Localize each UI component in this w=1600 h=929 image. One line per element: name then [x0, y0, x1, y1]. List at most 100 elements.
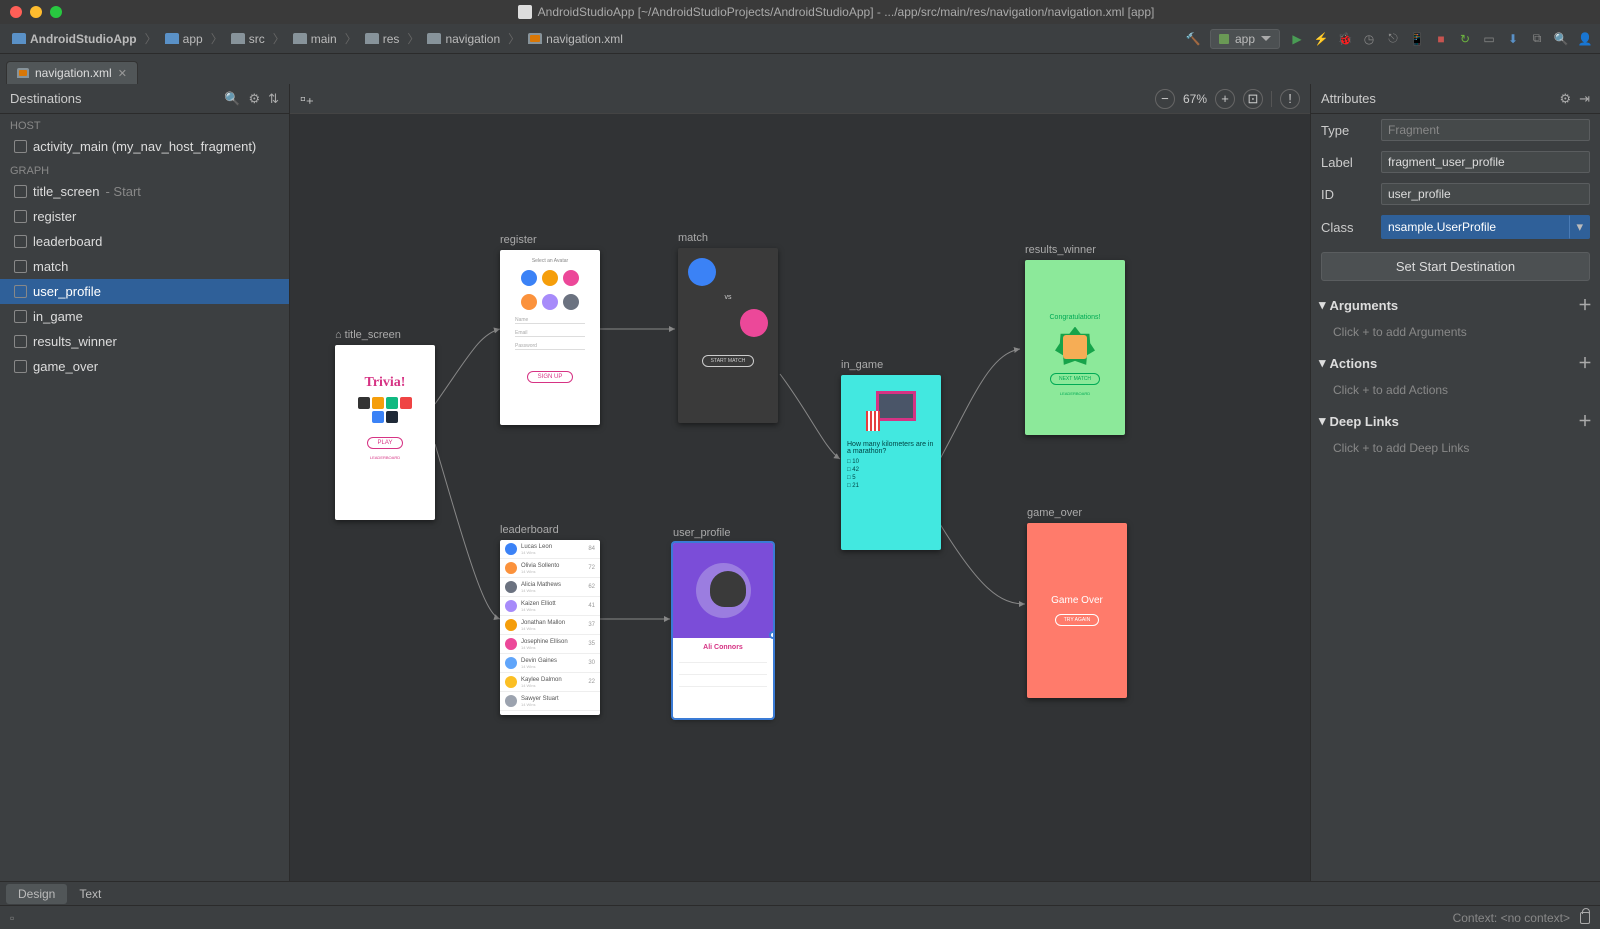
debug-icon[interactable]: 🐞	[1338, 32, 1352, 46]
node-label: ⌂title_screen	[335, 329, 435, 341]
xml-file-icon	[17, 68, 29, 78]
file-tab[interactable]: navigation.xml ✕	[6, 61, 138, 84]
breadcrumb-item[interactable]: src	[227, 30, 269, 48]
label-field[interactable]	[1381, 151, 1590, 173]
minimize-panel-icon[interactable]: ⇥	[1579, 91, 1590, 107]
gear-icon[interactable]: ⚙	[1559, 91, 1571, 107]
sdk-manager-icon[interactable]: ⬇	[1506, 32, 1520, 46]
breadcrumb-item[interactable]: app	[161, 30, 207, 48]
destination-results-winner[interactable]: Congratulations! NEXT MATCH LEADERBOARD	[1025, 260, 1125, 435]
lock-icon[interactable]	[1580, 912, 1590, 924]
zoom-out-button[interactable]: −	[1155, 89, 1175, 109]
sync-icon[interactable]: ↻	[1458, 32, 1472, 46]
status-icon[interactable]: ▫	[10, 911, 14, 925]
connector-arrows	[290, 114, 1310, 881]
class-dropdown-icon[interactable]: ▾	[1569, 215, 1590, 239]
breadcrumb-item[interactable]: navigation	[423, 30, 504, 48]
layout-inspector-icon[interactable]: ⧉	[1530, 32, 1544, 46]
context-label[interactable]: Context: <no context>	[1453, 911, 1570, 925]
navigation-canvas[interactable]: ⌂title_screen Trivia! PLAY LEADERBOARD	[290, 114, 1310, 881]
destination-list-item[interactable]: results_winner	[0, 329, 289, 354]
node-label: in_game	[841, 359, 941, 371]
destination-list-item[interactable]: in_game	[0, 304, 289, 329]
fragment-icon	[14, 210, 27, 223]
fragment-icon	[14, 360, 27, 373]
sort-icon[interactable]: ⇅	[268, 91, 279, 107]
warnings-icon[interactable]: !	[1280, 89, 1300, 109]
destination-list-item[interactable]: title_screen - Start	[0, 179, 289, 204]
destination-match[interactable]: vs START MATCH	[678, 248, 778, 423]
breadcrumb-item[interactable]: AndroidStudioApp	[8, 30, 141, 48]
search-icon[interactable]: 🔍	[224, 91, 240, 107]
attributes-panel: Attributes ⚙⇥ Type Label ID Class ▾ Set …	[1310, 84, 1600, 881]
device-icon[interactable]: 📱	[1410, 32, 1424, 46]
class-field[interactable]	[1381, 215, 1569, 239]
destination-user-profile[interactable]: Ali Connors	[673, 543, 773, 718]
document-icon	[518, 5, 532, 19]
set-start-destination-button[interactable]: Set Start Destination	[1321, 252, 1590, 281]
window-title: AndroidStudioApp [~/AndroidStudioProject…	[82, 5, 1590, 20]
folder-icon	[365, 33, 379, 44]
deeplinks-section[interactable]: ▾Deep Links＋	[1311, 405, 1600, 437]
folder-icon	[293, 33, 307, 44]
editor-mode-tabs: Design Text	[0, 881, 1600, 905]
breadcrumb-item[interactable]: main	[289, 30, 341, 48]
destination-list-item[interactable]: game_over	[0, 354, 289, 379]
action-handle[interactable]	[769, 631, 773, 639]
add-deeplink-icon[interactable]: ＋	[1578, 411, 1592, 431]
add-argument-icon[interactable]: ＋	[1578, 295, 1592, 315]
node-label: match	[678, 232, 778, 244]
actions-section[interactable]: ▾Actions＋	[1311, 347, 1600, 379]
fragment-icon	[14, 235, 27, 248]
host-item[interactable]: activity_main (my_nav_host_fragment)	[0, 134, 289, 159]
id-field[interactable]	[1381, 183, 1590, 205]
make-project-icon[interactable]: 🔨	[1186, 32, 1200, 46]
zoom-fit-button[interactable]: ⊡	[1243, 89, 1263, 109]
destination-register[interactable]: Select an Avatar Name Email Password SIG…	[500, 250, 600, 425]
search-everywhere-icon[interactable]: 🔍	[1554, 32, 1568, 46]
profile-icon[interactable]: ◷	[1362, 32, 1376, 46]
canvas-toolbar: ▫₊ − 67% + ⊡ !	[290, 84, 1310, 114]
add-destination-icon[interactable]: ▫₊	[300, 89, 314, 109]
run-icon[interactable]: ▶	[1290, 32, 1304, 46]
gear-icon[interactable]: ⚙	[248, 91, 260, 107]
destination-leaderboard[interactable]: Lucas Leon14 Wins84Olivia Sollento14 Win…	[500, 540, 600, 715]
zoom-level: 67%	[1183, 92, 1207, 106]
android-icon	[1219, 34, 1229, 44]
add-action-icon[interactable]: ＋	[1578, 353, 1592, 373]
destination-game-over[interactable]: Game Over TRY AGAIN	[1027, 523, 1127, 698]
folder-icon	[231, 33, 245, 44]
avd-manager-icon[interactable]: ▭	[1482, 32, 1496, 46]
destination-in-game[interactable]: How many kilometers are in a marathon? □…	[841, 375, 941, 550]
window-titlebar: AndroidStudioApp [~/AndroidStudioProject…	[0, 0, 1600, 24]
destination-title-screen[interactable]: Trivia! PLAY LEADERBOARD	[335, 345, 435, 520]
breadcrumb-item[interactable]: navigation.xml	[524, 30, 627, 48]
zoom-in-button[interactable]: +	[1215, 89, 1235, 109]
destination-list-item[interactable]: match	[0, 254, 289, 279]
minimize-window-button[interactable]	[30, 6, 42, 18]
graph-section-label: GRAPH	[0, 159, 289, 179]
text-tab[interactable]: Text	[67, 884, 113, 904]
stop-icon[interactable]: ■	[1434, 32, 1448, 46]
fragment-icon	[14, 335, 27, 348]
user-icon[interactable]: 👤	[1578, 32, 1592, 46]
destination-list-item[interactable]: register	[0, 204, 289, 229]
run-config-dropdown[interactable]: app	[1210, 29, 1280, 49]
design-tab[interactable]: Design	[6, 884, 67, 904]
apply-changes-icon[interactable]: ⚡	[1314, 32, 1328, 46]
destination-list-item[interactable]: leaderboard	[0, 229, 289, 254]
fragment-icon	[14, 260, 27, 273]
destination-list-item[interactable]: user_profile	[0, 279, 289, 304]
close-window-button[interactable]	[10, 6, 22, 18]
node-label: register	[500, 234, 600, 246]
status-bar: ▫ Context: <no context>	[0, 905, 1600, 929]
arguments-section[interactable]: ▾Arguments＋	[1311, 289, 1600, 321]
node-label: results_winner	[1025, 244, 1125, 256]
attach-debugger-icon[interactable]: ⎋	[1386, 32, 1400, 46]
host-section-label: HOST	[0, 114, 289, 134]
zoom-window-button[interactable]	[50, 6, 62, 18]
close-tab-icon[interactable]: ✕	[118, 67, 127, 80]
node-label: game_over	[1027, 507, 1127, 519]
breadcrumb-item[interactable]: res	[361, 30, 404, 48]
node-label: leaderboard	[500, 524, 600, 536]
